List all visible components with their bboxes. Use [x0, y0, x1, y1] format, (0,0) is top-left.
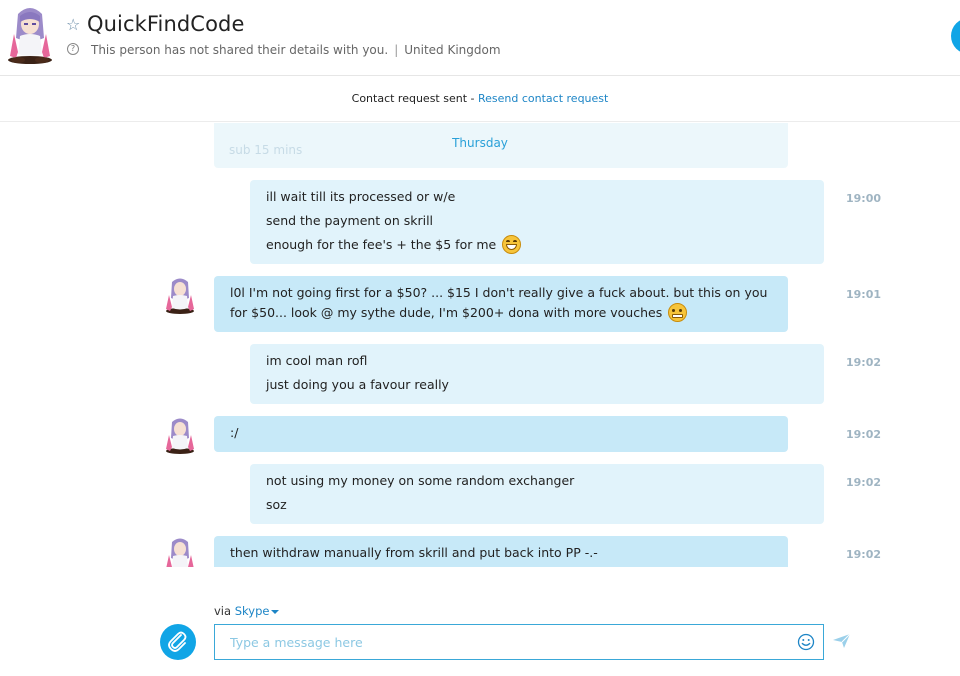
- attach-paperclip-icon[interactable]: [160, 624, 196, 660]
- message-timestamp: 19:02: [846, 476, 882, 489]
- message-timestamp: 19:02: [846, 548, 882, 561]
- resend-request-link[interactable]: Resend contact request: [478, 92, 608, 105]
- via-label: via: [214, 604, 232, 618]
- separator: |: [394, 43, 399, 57]
- contact-avatar-small[interactable]: [163, 536, 197, 567]
- contact-avatar-small[interactable]: [163, 276, 197, 314]
- message-line: :/: [230, 425, 239, 440]
- message-list[interactable]: sub 15 mins Thursday ill wait till its p…: [0, 123, 960, 567]
- contact-subline: This person has not shared their details…: [91, 43, 501, 57]
- contact-name: QuickFindCode: [87, 12, 245, 36]
- message-bubble-outgoing[interactable]: ill wait till its processed or w/e send …: [250, 180, 824, 264]
- send-via-selector[interactable]: via Skype: [214, 604, 280, 618]
- call-button[interactable]: [951, 18, 960, 54]
- dropdown-caret-icon[interactable]: [271, 609, 280, 614]
- contact-avatar[interactable]: [4, 4, 56, 64]
- message-bubble-outgoing[interactable]: im cool man rofl just doing you a favour…: [250, 344, 824, 404]
- message-line: not using my money on some random exchan…: [266, 473, 575, 488]
- contact-avatar-small[interactable]: [163, 416, 197, 454]
- contact-location: United Kingdom: [404, 43, 501, 57]
- message-line: l0l I'm not going first for a $50? ... $…: [230, 283, 772, 323]
- message-composer: [214, 624, 824, 660]
- contact-request-bar: Contact request sent - Resend contact re…: [0, 76, 960, 122]
- message-line-text: l0l I'm not going first for a $50? ... $…: [230, 285, 768, 320]
- message-timestamp: 19:02: [846, 356, 882, 369]
- privacy-note: This person has not shared their details…: [91, 43, 389, 57]
- message-timestamp: 19:01: [846, 288, 882, 301]
- message-line: then withdraw manually from skrill and p…: [230, 545, 598, 560]
- message-line: enough for the fee's + the $5 for me: [266, 233, 808, 257]
- day-divider: Thursday: [452, 136, 508, 150]
- message-bubble-outgoing[interactable]: not using my money on some random exchan…: [250, 464, 824, 524]
- send-arrow-icon[interactable]: [832, 632, 852, 650]
- message-input[interactable]: [215, 625, 785, 659]
- favorite-star-icon[interactable]: ☆: [66, 17, 82, 33]
- request-status-text: Contact request sent -: [351, 92, 475, 105]
- message-timestamp: 19:00: [846, 192, 882, 205]
- grimacing-emoji: [668, 303, 688, 322]
- help-icon[interactable]: ?: [67, 43, 79, 55]
- via-service[interactable]: Skype: [235, 604, 270, 618]
- message-line: ill wait till its processed or w/e: [266, 189, 456, 204]
- message-bubble-incoming[interactable]: l0l I'm not going first for a $50? ... $…: [214, 276, 788, 332]
- message-bubble-incoming[interactable]: then withdraw manually from skrill and p…: [214, 536, 788, 567]
- message-timestamp: 19:02: [846, 428, 882, 441]
- message-bubble-incoming[interactable]: :/: [214, 416, 788, 452]
- message-line: just doing you a favour really: [266, 377, 449, 392]
- message-line: send the payment on skrill: [266, 213, 434, 228]
- message-line: soz: [266, 497, 287, 512]
- message-line: im cool man rofl: [266, 353, 368, 368]
- message-line-text: enough for the fee's + the $5 for me: [266, 237, 497, 252]
- grinning-emoji: [502, 235, 522, 254]
- conversation-header: ☆ QuickFindCode ? This person has not sh…: [0, 0, 960, 76]
- emoticon-picker-icon[interactable]: [797, 633, 815, 651]
